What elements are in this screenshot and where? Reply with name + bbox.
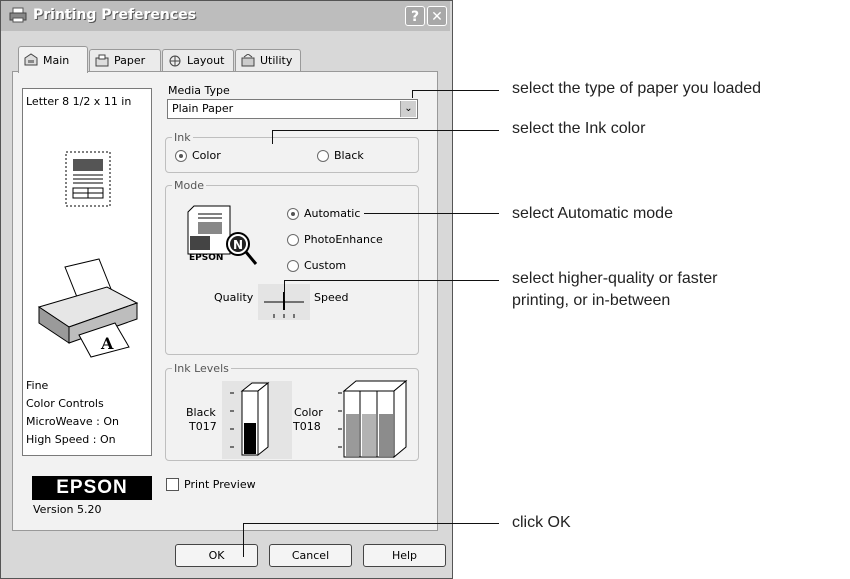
callout-ok: click OK [512,514,571,531]
black-ink-level-fill [244,423,256,454]
tab-utility-label: Utility [260,54,293,67]
radio-selected-icon [287,207,299,220]
radio-selected-icon [175,149,187,162]
mode-legend: Mode [172,179,206,192]
ink-color-radio[interactable]: Color [175,149,221,162]
preview-panel: Letter 8 1/2 x 11 in A Fine Color Contro… [22,88,152,456]
tab-layout-label: Layout [187,54,225,67]
callout-line-media [412,90,499,91]
radio-unselected-icon [317,149,329,162]
radio-unselected-icon [287,259,299,272]
cancel-button[interactable]: Cancel [269,544,352,567]
callout-line-slider-drop [284,280,285,300]
tab-main[interactable]: Main [18,46,88,73]
status-line: MicroWeave : On [26,415,119,428]
printer-icon [9,7,27,23]
color-ink-level-fill [346,414,359,456]
mode-automatic-label: Automatic [304,207,361,220]
color-ink-code: T018 [293,420,321,433]
black-ink-gauge-bg [222,381,292,459]
checkbox-icon [166,478,179,491]
black-ink-gauge [230,381,270,457]
epson-illustration-text: EPSON [189,253,223,263]
mode-photoenhance-radio[interactable]: PhotoEnhance [287,233,383,246]
epson-logo: EPSON [32,476,152,500]
tab-utility[interactable]: Utility [235,49,301,71]
color-ink-level-fill [379,414,393,456]
quality-label: Quality [214,291,254,304]
callout-line-mode [364,213,499,214]
printer-illustration-icon: A [37,258,139,358]
close-button[interactable]: ✕ [427,6,447,26]
callout-line-ok-drop [243,523,244,557]
callout-line-ink [272,130,499,131]
ink-black-radio[interactable]: Black [317,149,364,162]
ink-black-label: Black [334,149,364,162]
speed-label: Speed [314,291,349,304]
callout-slider-line2: printing, or in-between [512,292,671,309]
print-preview-checkbox[interactable]: Print Preview [166,478,256,491]
callout-media: select the type of paper you loaded [512,80,762,97]
tab-paper[interactable]: Paper [89,49,161,71]
status-line: Fine [26,379,49,392]
callout-ink: select the Ink color [512,120,646,137]
callout-line-ink-drop [272,130,273,144]
mode-custom-label: Custom [304,259,347,272]
utility-icon [241,53,255,66]
paper-size-text: Letter 8 1/2 x 11 in [26,95,132,108]
help-title-button[interactable]: ? [405,6,425,26]
media-type-label: Media Type [168,84,230,97]
ok-button[interactable]: OK [175,544,258,567]
mode-automatic-radio[interactable]: Automatic [287,207,360,220]
print-preview-label: Print Preview [184,478,256,491]
page-preview-icon [65,151,111,207]
mode-custom-radio[interactable]: Custom [287,259,346,272]
color-ink-name: Color [294,406,323,419]
ink-color-label: Color [192,149,221,162]
printer-icon [24,53,38,66]
ink-levels-legend: Ink Levels [172,362,231,375]
black-ink-name: Black [186,406,216,419]
status-line: High Speed : On [26,433,116,446]
tab-main-label: Main [43,53,70,67]
paper-icon [95,54,109,66]
callout-line-slider [284,280,499,281]
status-line: Color Controls [26,397,104,410]
media-type-value: Plain Paper [172,102,234,115]
color-ink-gauge-bg [326,379,408,459]
help-button[interactable]: Help [363,544,446,567]
color-ink-level-fill [362,414,376,456]
svg-text:N: N [233,238,243,252]
version-text: Version 5.20 [33,503,102,516]
callout-mode: select Automatic mode [512,205,673,222]
ink-legend: Ink [172,131,193,144]
callout-line-ok [243,523,499,524]
svg-text:A: A [100,334,114,353]
media-type-select[interactable]: Plain Paper ⌄ [167,99,418,119]
layout-icon [169,55,181,66]
tab-layout[interactable]: Layout [162,49,234,71]
window-title: Printing Preferences [33,7,197,23]
title-bar[interactable]: Printing Preferences ? ✕ [1,1,450,31]
mode-photoenhance-label: PhotoEnhance [304,233,383,246]
callout-slider-line1: select higher-quality or faster [512,270,718,287]
radio-unselected-icon [287,233,299,246]
automatic-mode-illustration-icon: EPSON N [187,205,258,265]
tab-paper-label: Paper [114,54,146,67]
color-ink-gauge [338,379,408,459]
callout-line-media-drop [412,90,413,98]
chevron-down-icon[interactable]: ⌄ [400,101,416,117]
black-ink-code: T017 [189,420,217,433]
